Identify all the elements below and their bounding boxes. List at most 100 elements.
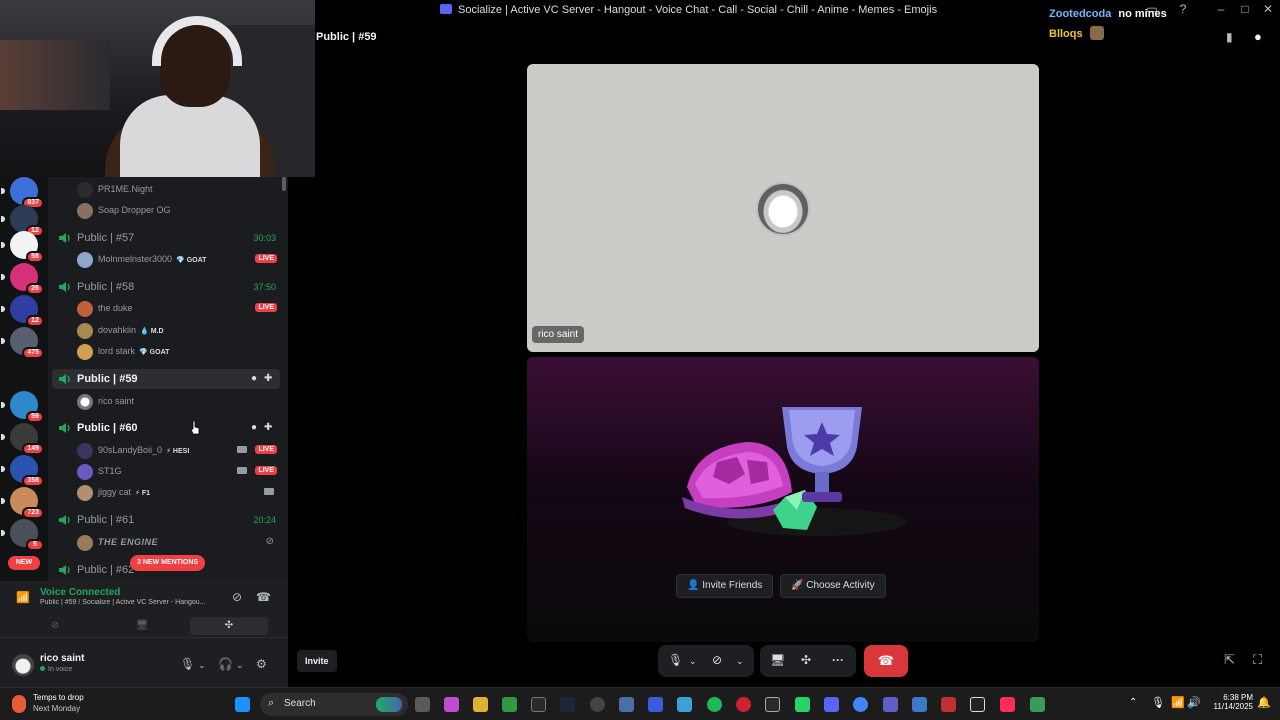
voice-user[interactable]: ST1G LIVE <box>77 462 277 482</box>
activities-button[interactable]: ✣ <box>190 617 268 635</box>
app-icon[interactable] <box>941 697 956 712</box>
chevron-down-icon[interactable]: ⌄ <box>236 660 244 671</box>
add-user-icon[interactable]: ✚ <box>264 373 272 384</box>
avatar[interactable] <box>12 654 34 676</box>
capcut-icon[interactable] <box>970 697 985 712</box>
server-icon[interactable]: 149 <box>1 423 44 455</box>
server-icon[interactable]: 59 <box>1 391 44 423</box>
chevron-down-icon[interactable]: ⌄ <box>736 656 744 667</box>
app-icon[interactable] <box>648 697 663 712</box>
taskbar-search[interactable]: ⌕ Search <box>260 693 408 716</box>
voice-user[interactable]: dovahkiin 💧 M.D <box>77 321 277 341</box>
voice-user[interactable]: Molnmelnster3000 💎 GOAT LIVE <box>77 250 277 270</box>
server-icon[interactable]: 358 <box>1 455 44 487</box>
fullscreen-icon[interactable]: ⛶ <box>1253 652 1262 668</box>
invite-friends-button[interactable]: 👤 Invite Friends <box>676 574 774 598</box>
file-explorer-icon[interactable] <box>473 697 488 712</box>
server-icon[interactable]: 837 <box>1 177 44 209</box>
server-icon[interactable]: 723 <box>1 487 44 519</box>
microphone-icon[interactable]: 🎙 <box>180 657 195 671</box>
settings-gear-icon[interactable]: ⚙ <box>256 657 267 671</box>
notification-bell-icon[interactable]: 🔔 <box>1257 696 1271 709</box>
maximize-button[interactable]: □ <box>1234 2 1256 16</box>
new-unreads-pill[interactable]: NEW <box>8 556 40 570</box>
more-icon[interactable]: ··· <box>832 653 844 667</box>
chat-icon[interactable]: ● <box>1254 29 1262 44</box>
voice-channel-60[interactable]: Public | #60 ● ✚ <box>52 418 280 438</box>
voice-user[interactable]: PR1ME.Night <box>77 180 277 200</box>
signal-icon[interactable]: 📶 <box>16 591 30 604</box>
channel-name: Public | #61 <box>77 514 135 526</box>
volume-icon[interactable]: 🔊 <box>1187 696 1201 709</box>
voice-user[interactable]: jiggy cat ⚡ F1 <box>77 483 277 503</box>
chrome-icon[interactable] <box>853 697 868 712</box>
bookmark-icon[interactable]: ▮ <box>1226 30 1233 44</box>
voice-location[interactable]: Public | #59 / Socialize | Active VC Ser… <box>40 599 225 606</box>
edge-icon[interactable] <box>677 697 692 712</box>
minimize-button[interactable]: – <box>1210 2 1232 16</box>
chevron-up-icon[interactable]: ⌃ <box>1129 697 1137 708</box>
server-icon[interactable]: 26 <box>1 263 44 295</box>
choose-activity-button[interactable]: 🚀 Choose Activity <box>780 574 886 598</box>
camera-off-icon[interactable]: ⊘ <box>712 653 722 667</box>
voice-channel-58[interactable]: Public | #58 37:50 <box>52 277 280 297</box>
activity-icon[interactable]: ✣ <box>801 653 811 667</box>
voice-user[interactable]: lord stark 💎 GOAT <box>77 342 277 362</box>
voice-user[interactable]: rico saint <box>77 392 277 412</box>
microphone-icon[interactable]: 🎙 <box>1151 696 1165 709</box>
tiktok-icon[interactable] <box>1000 697 1015 712</box>
new-mentions-pill[interactable]: 3 NEW MENTIONS <box>130 555 206 571</box>
username[interactable]: rico saint <box>40 653 84 664</box>
add-user-icon[interactable]: ✚ <box>264 422 272 433</box>
capcut-icon[interactable] <box>765 697 780 712</box>
obs-icon[interactable] <box>590 697 605 712</box>
chevron-down-icon[interactable]: ⌄ <box>689 656 697 667</box>
whatsapp-icon[interactable] <box>795 697 810 712</box>
spotify-icon[interactable] <box>707 697 722 712</box>
xbox-icon[interactable] <box>502 697 517 712</box>
camera-toggle-button[interactable]: ⊘ <box>16 617 94 635</box>
chat-icon[interactable]: ● <box>251 373 257 384</box>
server-icon[interactable]: 12 <box>1 295 44 327</box>
epic-games-icon[interactable] <box>531 697 546 712</box>
copilot-icon[interactable] <box>444 697 459 712</box>
channel-scrollbar[interactable] <box>282 177 286 191</box>
microphone-icon[interactable]: 🎙 <box>668 653 683 667</box>
screen-share-button[interactable]: 🖥 <box>103 617 181 635</box>
app-icon[interactable] <box>1030 697 1045 712</box>
windows-start-icon[interactable] <box>235 697 250 712</box>
popout-icon[interactable]: ⇱ <box>1224 652 1235 668</box>
server-icon[interactable]: 475 <box>1 327 44 359</box>
app-icon[interactable] <box>912 697 927 712</box>
invite-button[interactable]: Invite <box>297 650 337 672</box>
voice-channel-57[interactable]: Public | #57 30:03 <box>52 228 280 248</box>
voice-user[interactable]: THE ENGINE ⊘ <box>77 533 277 553</box>
close-button[interactable]: ✕ <box>1257 2 1279 16</box>
wifi-icon[interactable]: 📶 <box>1171 696 1185 709</box>
channel-timer: 30:03 <box>253 233 276 243</box>
clock[interactable]: 6:38 PM 11/14/2025 <box>1205 693 1253 711</box>
screen-share-icon[interactable]: 🖥 <box>770 653 785 667</box>
voice-channel-59[interactable]: Public | #59 ● ✚ <box>52 369 280 389</box>
app-icon[interactable] <box>883 697 898 712</box>
opera-icon[interactable] <box>736 697 751 712</box>
chat-icon[interactable]: ● <box>251 422 257 433</box>
steam-icon[interactable] <box>560 697 575 712</box>
voice-user[interactable]: Soap Dropper OG <box>77 201 277 221</box>
disconnect-button[interactable]: ☎ <box>864 645 908 677</box>
discord-icon[interactable] <box>824 697 839 712</box>
task-view-icon[interactable] <box>415 697 430 712</box>
voice-user[interactable]: 90sLandyBoii_0 ⚡ HESI LIVE <box>77 441 277 461</box>
server-icon[interactable]: 12 <box>1 205 44 237</box>
help-icon[interactable]: ? <box>1172 2 1194 16</box>
server-icon[interactable]: 58 <box>1 231 44 263</box>
voice-user[interactable]: the duke LIVE <box>77 299 277 319</box>
chevron-down-icon[interactable]: ⌄ <box>198 660 206 671</box>
settings-icon[interactable] <box>619 697 634 712</box>
voice-channel-61[interactable]: Public | #61 20:24 <box>52 510 280 530</box>
disconnect-icon[interactable]: ☎ <box>256 590 271 604</box>
noise-suppression-icon[interactable]: ⊘ <box>232 590 242 604</box>
server-icon[interactable]: 5 <box>1 519 44 551</box>
headphones-icon[interactable]: 🎧 <box>218 657 233 671</box>
video-tile-user[interactable]: rico saint <box>527 64 1039 352</box>
